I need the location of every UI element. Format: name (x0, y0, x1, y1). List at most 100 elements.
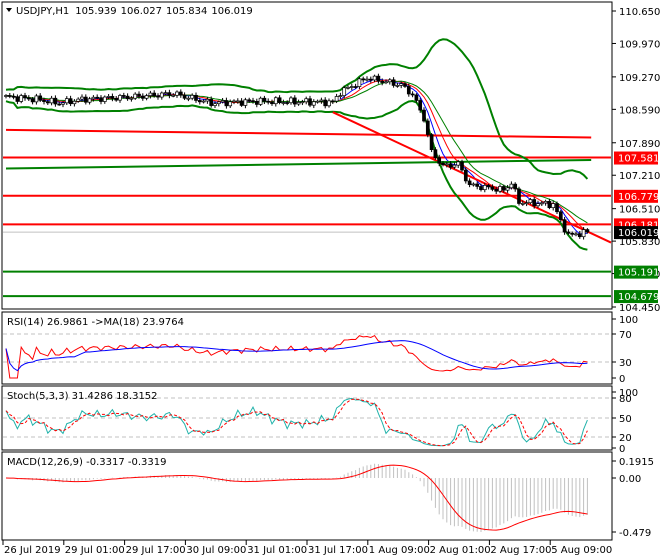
candle (349, 86, 354, 88)
candle (190, 94, 195, 99)
candle (167, 92, 172, 96)
candle (213, 103, 217, 106)
candle (471, 183, 476, 186)
candle (437, 157, 442, 164)
price-tick-label: 107.210 (619, 171, 660, 182)
candle (543, 200, 548, 204)
candle (99, 97, 103, 102)
candle (486, 185, 491, 188)
candle (87, 98, 92, 103)
candle (45, 101, 50, 104)
macd-label: MACD(12,26,9) -0.3317 -0.3319 (7, 457, 167, 468)
candle (121, 95, 126, 97)
candle (463, 169, 468, 182)
candle (338, 95, 343, 97)
candle (11, 95, 16, 98)
candle (319, 99, 324, 102)
candle (273, 97, 278, 105)
candle (482, 185, 487, 191)
candle (327, 100, 331, 107)
time-label: 2 Aug 01:00 (430, 545, 491, 556)
current-price-label: 106.019 (618, 228, 659, 239)
stoch-tick-label: 20 (619, 433, 632, 444)
candle (292, 97, 297, 105)
candle (490, 186, 495, 190)
time-label: 1 Aug 09:00 (369, 545, 430, 556)
candle (232, 100, 236, 103)
candle (566, 231, 571, 234)
candle (102, 96, 107, 102)
candle (330, 100, 335, 103)
candle (144, 95, 149, 99)
trading-chart[interactable]: 110.650 109.970 109.270 108.590 107.890 107.2… (0, 0, 660, 560)
candle (262, 97, 267, 102)
macd-tick-label: 0.1915 (619, 457, 654, 468)
candle (406, 86, 411, 95)
candle (456, 161, 461, 166)
candle (228, 101, 233, 107)
candle (520, 203, 525, 205)
candle (34, 95, 39, 103)
candle (460, 161, 464, 171)
candle (30, 98, 35, 103)
stoch-tick-label: 0 (619, 444, 625, 455)
rsi-label: RSI(14) 26.9861 ->MA(18) 23.9764 (7, 317, 184, 328)
candle (353, 86, 358, 88)
candle (76, 98, 81, 102)
candle (551, 203, 556, 209)
candle (42, 99, 46, 102)
candle (91, 96, 96, 100)
candle (148, 92, 153, 96)
candle (118, 95, 122, 101)
stoch-tick-label: 80 (619, 394, 632, 405)
candle (243, 99, 248, 106)
price-tick-label: 106.510 (619, 205, 660, 216)
candle (26, 97, 31, 100)
candle (266, 100, 271, 103)
candle (403, 83, 407, 87)
candle (251, 100, 255, 102)
price-tick-label: 104.450 (619, 303, 660, 314)
candle (61, 102, 65, 105)
candle (365, 78, 369, 81)
candle (296, 102, 301, 105)
candle (323, 99, 328, 107)
candle (509, 183, 514, 189)
candle (547, 200, 552, 209)
level-price-label: 107.581 (618, 154, 659, 165)
candle (235, 100, 240, 103)
level-price-label: 104.679 (618, 292, 659, 303)
candle (342, 87, 347, 96)
candle (536, 203, 540, 207)
stoch-label: Stoch(5,3,3) 31.4286 18.3152 (7, 391, 158, 402)
candle (444, 163, 449, 166)
candle (562, 219, 567, 233)
candle (368, 78, 373, 81)
candle (80, 96, 84, 100)
candle (7, 95, 12, 97)
candle (467, 180, 472, 185)
candle (501, 186, 506, 191)
rsi-tick-label: 70 (619, 330, 632, 341)
candle (452, 164, 457, 168)
candle (517, 188, 521, 204)
candle (64, 98, 69, 104)
candle (391, 79, 396, 86)
candle (346, 86, 350, 89)
candle (513, 183, 518, 190)
candle (38, 95, 43, 101)
rsi-tick-label: 100 (619, 315, 638, 326)
candle (387, 79, 392, 83)
candle (384, 81, 388, 84)
time-label: 29 Jul 17:00 (126, 545, 186, 556)
candle (479, 186, 483, 191)
candle (258, 97, 263, 105)
candle (361, 78, 366, 81)
candle (581, 229, 586, 238)
candle (106, 96, 111, 98)
candle (254, 100, 259, 105)
candle (137, 93, 141, 97)
time-label: 29 Jul 01:00 (65, 545, 125, 556)
candle (555, 203, 559, 213)
candle (304, 98, 309, 103)
